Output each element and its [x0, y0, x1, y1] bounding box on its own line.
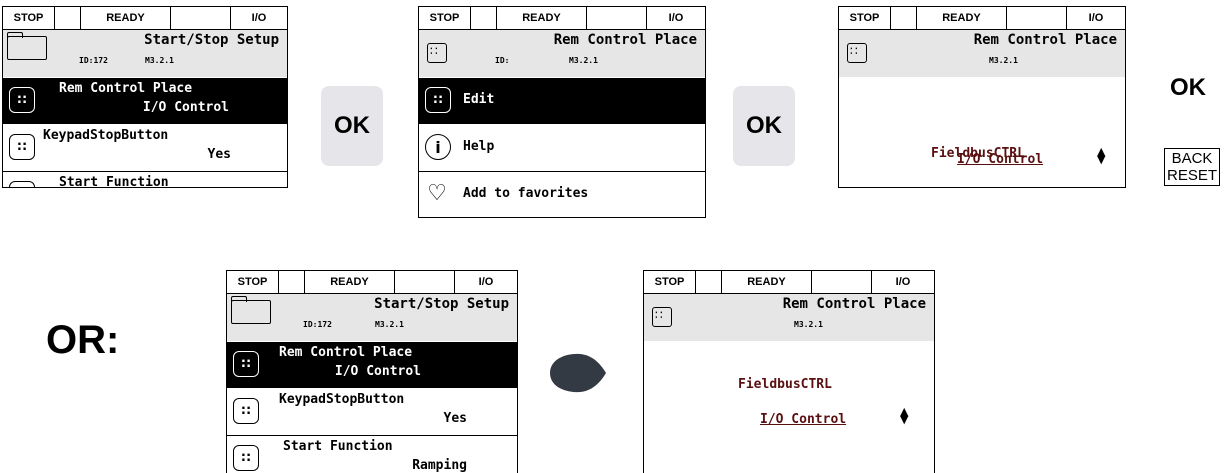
- status-io: I/O: [251, 12, 267, 24]
- list-item[interactable]: ∷ Start Function Ramping: [3, 172, 287, 188]
- parameter-icon: ∷: [233, 445, 259, 471]
- page-title: Start/Stop Setup: [374, 296, 509, 312]
- screen-header: Rem Control Place M3.2.1: [644, 294, 934, 341]
- list-item[interactable]: ∷ KeypadStopButton Yes: [3, 125, 287, 172]
- reset-label: RESET: [1167, 167, 1218, 184]
- menu-index: M3.2.1: [569, 56, 598, 65]
- screen-header: Start/Stop Setup ID:172 M3.2.1: [3, 30, 287, 77]
- heart-plus-icon: ♡: [427, 180, 447, 206]
- status-bar: STOP READY I/O: [419, 7, 705, 30]
- screen-rem-control-menu: STOP READY I/O Rem Control Place ID: M3.…: [418, 6, 706, 218]
- up-down-arrows-icon[interactable]: ▲ ▼: [900, 406, 908, 425]
- menu-index: M3.2.1: [794, 320, 823, 329]
- ok-key[interactable]: OK: [1170, 74, 1206, 102]
- list-item-value: I/O Control: [142, 100, 229, 115]
- param-id: ID:172: [303, 320, 332, 329]
- parameter-icon: [652, 307, 672, 327]
- parameter-icon: ∷: [233, 351, 259, 377]
- page-title: Rem Control Place: [973, 32, 1117, 48]
- status-ready: READY: [81, 7, 171, 29]
- menu-item-help[interactable]: i Help: [419, 125, 705, 172]
- page-title: Rem Control Place: [553, 32, 697, 48]
- status-stop: STOP: [3, 7, 55, 29]
- ok-button[interactable]: OK: [321, 86, 383, 166]
- menu-item-edit[interactable]: ∷ Edit: [419, 78, 705, 124]
- param-id: ID:172: [79, 56, 108, 65]
- screen-rem-control-edit: STOP READY I/O Rem Control Place M3.2.1 …: [838, 6, 1126, 188]
- list-item-label: KeypadStopButton: [43, 128, 169, 143]
- or-label: OR:: [46, 318, 120, 362]
- folder-icon: [7, 32, 47, 60]
- menu-item-add-to-favorites[interactable]: ♡ Add to favorites: [419, 172, 705, 217]
- page-title: Rem Control Place: [782, 296, 926, 312]
- parameter-icon: ∷: [425, 87, 451, 113]
- parameter-icon: [427, 43, 447, 63]
- list-item-label: Start Function: [283, 439, 393, 454]
- list-item-value: I/O Control: [334, 364, 421, 379]
- screen-header: Rem Control Place ID: M3.2.1: [419, 30, 705, 77]
- parameter-icon: ∷: [233, 398, 259, 424]
- screen-header: Start/Stop Setup ID:172 M3.2.1: [227, 294, 517, 341]
- option-fieldbus[interactable]: FieldbusCTRL: [644, 377, 934, 392]
- menu-index: M3.2.1: [989, 56, 1018, 65]
- folder-icon: [231, 296, 271, 324]
- parameter-icon: ∷: [9, 181, 35, 187]
- arrow-blob-icon: [550, 353, 606, 393]
- param-id: ID:: [495, 56, 510, 65]
- status-bar: STOP READY I/O: [3, 7, 287, 30]
- screen-header: Rem Control Place M3.2.1: [839, 30, 1125, 77]
- parameter-icon: [847, 43, 867, 63]
- info-icon: i: [425, 134, 451, 160]
- status-bar: STOP READY I/O: [839, 7, 1125, 30]
- option-io-control[interactable]: I/O Control: [957, 152, 1043, 167]
- back-label: BACK: [1171, 150, 1213, 167]
- status-bar: STOP READY I/O: [644, 271, 934, 294]
- screen-start-stop-setup: STOP READY I/O Start/Stop Setup ID:172 M…: [2, 6, 288, 188]
- list-item[interactable]: ∷ Start Function Ramping: [227, 436, 517, 473]
- ok-button[interactable]: OK: [733, 86, 795, 166]
- screen-rem-control-edit-alt: STOP READY I/O Rem Control Place M3.2.1 …: [643, 270, 935, 473]
- menu-index: M3.2.1: [375, 320, 404, 329]
- list-item-value: Yes: [207, 147, 231, 162]
- list-item[interactable]: ∷ KeypadStopButton Yes: [227, 389, 517, 436]
- list-item-label: Start Function: [59, 175, 169, 188]
- list-item-label: Rem Control Place: [279, 345, 413, 360]
- list-item-value: Yes: [443, 411, 467, 426]
- back-reset-button[interactable]: BACK RESET: [1164, 148, 1221, 186]
- parameter-icon: ∷: [9, 134, 35, 160]
- list-item-label: Rem Control Place: [59, 81, 193, 96]
- parameter-icon: ∷: [9, 87, 35, 113]
- list-item-value: Ramping: [412, 458, 467, 473]
- list-item-selected[interactable]: ∷ Rem Control Place I/O Control: [227, 342, 517, 388]
- menu-index: M3.2.1: [145, 56, 174, 65]
- screen-start-stop-setup-alt: STOP READY I/O Start/Stop Setup ID:172 M…: [226, 270, 518, 473]
- status-bar: STOP READY I/O: [227, 271, 517, 294]
- list-item-selected[interactable]: ∷ Rem Control Place I/O Control: [3, 78, 287, 124]
- list-item-label: KeypadStopButton: [279, 392, 405, 407]
- option-io-control[interactable]: I/O Control: [760, 412, 846, 427]
- up-down-arrows-icon[interactable]: ▲ ▼: [1097, 146, 1105, 165]
- page-title: Start/Stop Setup: [144, 32, 279, 48]
